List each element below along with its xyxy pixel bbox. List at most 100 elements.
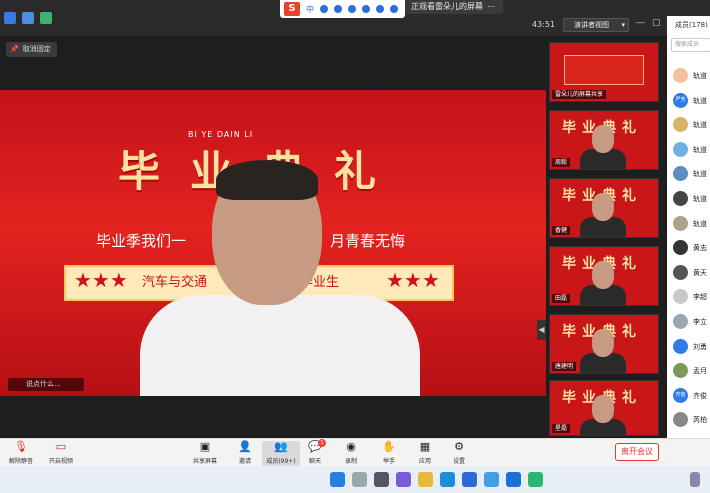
- task-view-icon[interactable]: [374, 472, 389, 487]
- avatar: [673, 68, 688, 83]
- apps-button[interactable]: ▦ 应用: [406, 441, 444, 467]
- main-video[interactable]: BI YE DAIN LI 毕业典礼 毕业季我们一 月青春无悔 ★★★ 汽车与交…: [0, 90, 546, 396]
- record-icon: ◉: [346, 440, 356, 453]
- mute-button[interactable]: 🎙 解除静音: [2, 441, 40, 467]
- skin-icon[interactable]: [376, 5, 384, 13]
- participant-row[interactable]: 芮柏: [673, 412, 710, 430]
- minimize-icon[interactable]: —: [636, 18, 645, 28]
- mic-icon[interactable]: [348, 5, 356, 13]
- meeting-toolbar: 🎙 解除静音 ▭ 开启视频 ▣ 共享屏幕 👤 邀请 👥 成员(99+) 💬 1 …: [0, 438, 710, 467]
- hand-icon: ✋: [382, 440, 396, 453]
- avatar: 严芳: [673, 92, 688, 108]
- avatar: [673, 412, 688, 428]
- ime-lang-toggle[interactable]: 中: [306, 4, 314, 15]
- avatar: [673, 166, 688, 182]
- thumbnail-tile[interactable]: 雷朵儿的屏幕共享: [549, 42, 659, 102]
- view-mode-button[interactable]: 演讲者视图 ▾: [563, 18, 629, 32]
- thumbnail-tile[interactable]: 毕业典礼 星磊: [549, 380, 659, 436]
- participant-face: [592, 125, 614, 153]
- participant-row[interactable]: 齐俊 齐俊: [673, 387, 710, 406]
- participant-name: 齐俊: [693, 391, 707, 400]
- mic-off-icon: 🎙: [14, 440, 28, 453]
- record-button[interactable]: ◉ 录制: [332, 441, 370, 467]
- participant-row[interactable]: 黄天: [673, 264, 710, 283]
- settings-button[interactable]: ⚙ 设置: [440, 441, 478, 467]
- share-screen-button[interactable]: ▣ 共享屏幕: [186, 441, 224, 467]
- member-search-input[interactable]: 搜索成员: [671, 38, 710, 52]
- thumbnail-tile[interactable]: 毕业典礼 唐建明: [549, 314, 659, 374]
- shield-icon[interactable]: [22, 12, 34, 24]
- meeting-app-icon[interactable]: [506, 472, 521, 487]
- app-icon[interactable]: [528, 472, 543, 487]
- signal-icon[interactable]: [40, 12, 52, 24]
- search-icon[interactable]: [352, 472, 367, 487]
- participant-row[interactable]: 刘勇: [673, 338, 710, 357]
- members-icon: 👥: [274, 440, 288, 453]
- info-icon[interactable]: [4, 12, 16, 24]
- windows-start-icon[interactable]: [330, 472, 345, 487]
- participant-row[interactable]: 李超: [673, 289, 710, 307]
- toolbox-icon[interactable]: [390, 5, 398, 13]
- viewing-indicator[interactable]: 正观看雷朵儿的屏幕 ⋯: [405, 0, 503, 14]
- maximize-icon[interactable]: ▢: [652, 18, 661, 28]
- participant-face: [592, 329, 614, 357]
- participant-name: 李立: [693, 318, 707, 326]
- participant-row[interactable]: 轨道: [673, 215, 710, 234]
- participant-name: 轨道: [693, 219, 707, 228]
- speaker-video: [140, 160, 440, 396]
- top-bar: S 中 正观看雷朵儿的屏幕 ⋯ 43:51 演讲者视图 ▾ — ▢: [0, 0, 710, 36]
- notification-icon[interactable]: [690, 472, 700, 487]
- participant-row[interactable]: 李立: [673, 314, 710, 332]
- apps-icon: ▦: [419, 440, 431, 453]
- participant-name: 黄志: [693, 244, 707, 253]
- participant-row[interactable]: 轨道: [673, 166, 710, 184]
- menu-icon[interactable]: ⋯: [487, 0, 495, 14]
- participant-row[interactable]: 轨道: [673, 68, 710, 86]
- avatar: [673, 314, 688, 329]
- punctuation-icon[interactable]: [320, 5, 328, 13]
- avatar: [673, 117, 688, 133]
- mail-icon[interactable]: [484, 472, 499, 487]
- participant-name: 李超: [693, 293, 707, 302]
- chat-input[interactable]: 说点什么...: [8, 378, 84, 391]
- gear-icon: ⚙: [454, 440, 464, 453]
- meeting-timer: 43:51: [532, 20, 556, 29]
- participant-name: 黄天: [693, 268, 707, 277]
- leave-meeting-button[interactable]: 离开会议: [615, 443, 659, 461]
- participant-row[interactable]: 轨道: [673, 141, 710, 160]
- shared-screen-preview: [564, 55, 644, 85]
- thumbnail-tile[interactable]: 毕业典礼 香健: [549, 178, 659, 238]
- participant-row[interactable]: 轨道: [673, 117, 710, 135]
- sogou-logo-icon[interactable]: S: [284, 2, 300, 16]
- raise-hand-button[interactable]: ✋ 举手: [370, 441, 408, 467]
- store-icon[interactable]: [462, 472, 477, 487]
- stars-left: ★★★: [74, 268, 128, 292]
- video-button[interactable]: ▭ 开启视频: [42, 441, 80, 467]
- avatar: [673, 338, 688, 354]
- unpin-button[interactable]: 📌 取消固定: [6, 42, 57, 57]
- invite-button[interactable]: 👤 邀请: [226, 441, 264, 467]
- avatar: 齐俊: [673, 387, 688, 403]
- avatar: [673, 264, 688, 280]
- participant-row[interactable]: 黄志: [673, 240, 710, 258]
- thumbnail-tile[interactable]: 毕业典礼 周毅: [549, 110, 659, 170]
- emoji-icon[interactable]: [334, 5, 342, 13]
- expand-arrow-icon[interactable]: ◀: [537, 320, 546, 340]
- avatar: [673, 289, 688, 305]
- participant-row[interactable]: 轨道: [673, 191, 710, 209]
- edge-icon[interactable]: [440, 472, 455, 487]
- participant-name: 轨道: [693, 145, 707, 154]
- pin-icon: 📌: [10, 45, 19, 53]
- participant-name: 轨道: [693, 72, 707, 80]
- chat-button[interactable]: 💬 1 聊天: [296, 439, 334, 467]
- thumbnail-tile[interactable]: 毕业典礼 田磊: [549, 246, 659, 306]
- avatar: [673, 141, 688, 157]
- chat-app-icon[interactable]: [396, 472, 411, 487]
- keyboard-icon[interactable]: [362, 5, 370, 13]
- participant-row[interactable]: 严芳 轨道: [673, 92, 710, 111]
- file-explorer-icon[interactable]: [418, 472, 433, 487]
- status-icons: [4, 12, 52, 24]
- participant-row[interactable]: 孟月: [673, 363, 710, 381]
- members-button[interactable]: 👥 成员(99+): [262, 441, 300, 467]
- avatar: [673, 240, 688, 256]
